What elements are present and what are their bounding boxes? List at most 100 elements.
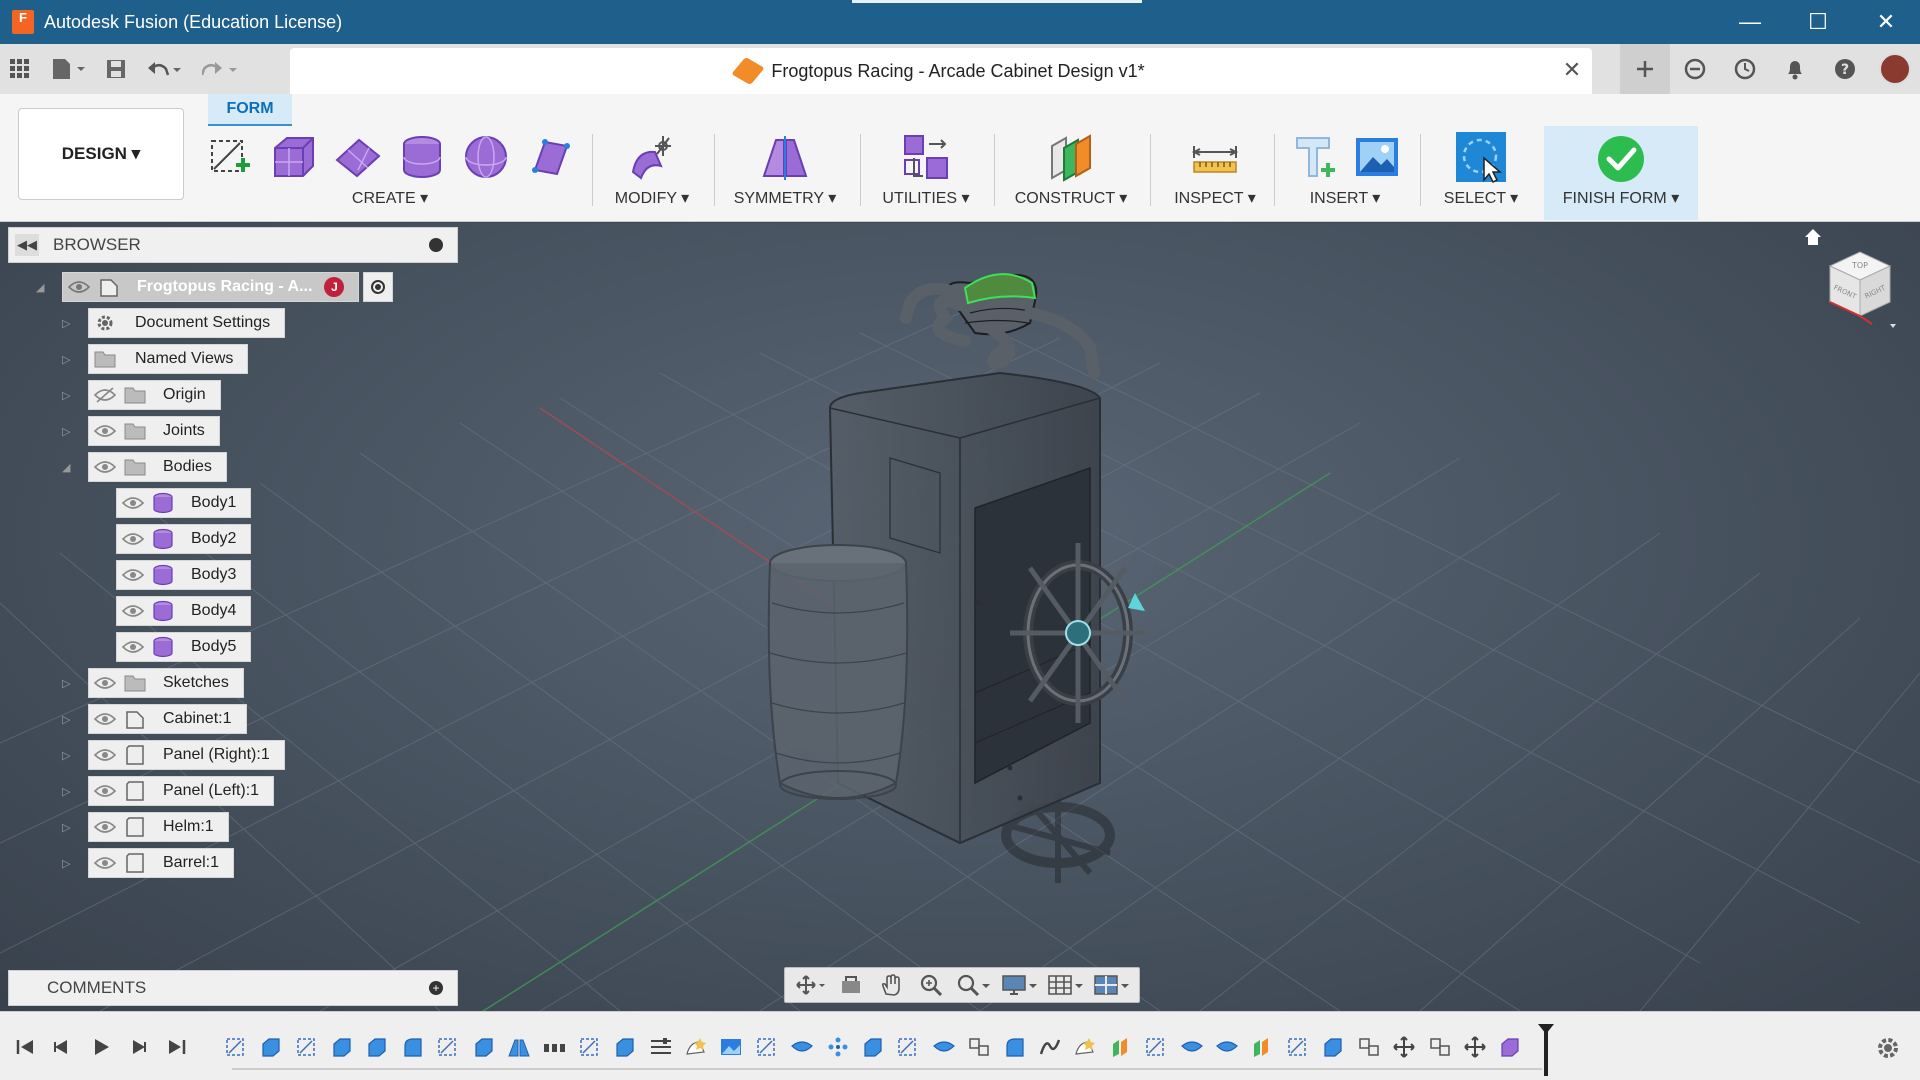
frogtopus-model[interactable] xyxy=(900,273,1100,379)
create-cylinder-icon[interactable] xyxy=(395,130,449,184)
timeline-sketch-icon[interactable] xyxy=(218,1032,253,1062)
eye-hidden-icon[interactable] xyxy=(89,381,121,409)
timeline-form-feature-icon[interactable] xyxy=(1493,1032,1528,1062)
timeline-move-icon[interactable] xyxy=(1386,1032,1421,1062)
go-to-start-icon[interactable] xyxy=(10,1034,40,1060)
tree-node-cabinet[interactable]: Cabinet:1 xyxy=(88,704,247,734)
go-to-end-icon[interactable] xyxy=(162,1034,192,1060)
add-comment-icon[interactable]: + xyxy=(429,981,443,995)
notifications-bell-icon[interactable] xyxy=(1770,44,1820,94)
timeline-plane-icon[interactable] xyxy=(1103,1032,1138,1062)
tab-form[interactable]: FORM xyxy=(208,94,292,124)
tree-node-body2[interactable]: Body2 xyxy=(116,524,252,554)
expand-toggle-icon[interactable]: ▷ xyxy=(62,857,70,870)
eye-visible-icon[interactable] xyxy=(89,705,121,733)
job-status-clock-icon[interactable] xyxy=(1720,44,1770,94)
timeline-loft-icon[interactable] xyxy=(785,1032,820,1062)
timeline-fillet-icon[interactable] xyxy=(997,1032,1032,1062)
construct-plane-icon[interactable] xyxy=(1044,130,1098,184)
measure-ruler-icon[interactable] xyxy=(1188,130,1242,184)
expand-toggle-icon[interactable]: ◢ xyxy=(36,281,44,294)
symmetry-mirror-icon[interactable] xyxy=(758,130,812,184)
insert-derive-icon[interactable] xyxy=(1286,130,1340,184)
extensions-icon[interactable] xyxy=(1670,44,1720,94)
create-sphere-icon[interactable] xyxy=(459,130,513,184)
help-icon[interactable]: ? xyxy=(1820,44,1870,94)
utilities-convert-icon[interactable] xyxy=(899,130,953,184)
insert-menu-label[interactable]: INSERT ▾ xyxy=(1280,188,1410,208)
timeline-plane-icon[interactable] xyxy=(1245,1032,1280,1062)
timeline-mirror-icon[interactable] xyxy=(501,1032,536,1062)
tree-node-panel-right[interactable]: Panel (Right):1 xyxy=(88,740,285,770)
timeline-sketch-icon[interactable] xyxy=(1280,1032,1315,1062)
create-plane-icon[interactable] xyxy=(331,130,385,184)
create-menu-label[interactable]: CREATE ▾ xyxy=(200,188,580,208)
document-tab[interactable]: Frogtopus Racing - Arcade Cabinet Design… xyxy=(290,48,1592,94)
create-face-icon[interactable] xyxy=(523,130,577,184)
undo-icon[interactable] xyxy=(136,44,192,94)
home-view-icon[interactable] xyxy=(1804,228,1822,251)
maximize-button[interactable]: ☐ xyxy=(1784,0,1852,44)
timeline-form-icon[interactable] xyxy=(678,1032,713,1062)
edit-form-icon[interactable] xyxy=(625,130,679,184)
step-back-icon[interactable] xyxy=(46,1034,76,1060)
create-sketch-icon[interactable] xyxy=(203,130,257,184)
zoom-icon[interactable] xyxy=(911,968,951,1002)
timeline-fillet-icon[interactable] xyxy=(395,1032,430,1062)
tree-node-body5[interactable]: Body5 xyxy=(116,632,252,662)
eye-visible-icon[interactable] xyxy=(89,453,121,481)
tree-node-named-views[interactable]: Named Views xyxy=(88,344,249,374)
timeline-sketch-icon[interactable] xyxy=(572,1032,607,1062)
timeline-loft-icon[interactable] xyxy=(1174,1032,1209,1062)
insert-canvas-image-icon[interactable] xyxy=(1350,130,1404,184)
collapse-toggle-icon[interactable]: ◢ xyxy=(62,461,70,474)
timeline-extrude-icon[interactable] xyxy=(253,1032,288,1062)
eye-visible-icon[interactable] xyxy=(89,813,121,841)
pan-hand-icon[interactable] xyxy=(871,968,911,1002)
timeline-pattern-icon[interactable] xyxy=(820,1032,855,1062)
orbit-icon[interactable] xyxy=(791,968,831,1002)
finish-form-menu-label[interactable]: FINISH FORM ▾ xyxy=(1544,188,1698,208)
timeline-move-icon[interactable] xyxy=(1457,1032,1492,1062)
tree-node-document-settings[interactable]: Document Settings xyxy=(88,308,286,338)
close-document-button[interactable]: ✕ xyxy=(1558,56,1586,84)
select-cursor-icon[interactable] xyxy=(1454,130,1508,184)
timeline-form-icon[interactable] xyxy=(1068,1032,1103,1062)
timeline-parameters-icon[interactable] xyxy=(643,1032,678,1062)
timeline-sketch-icon[interactable] xyxy=(749,1032,784,1062)
tree-root-node[interactable]: Frogtopus Racing - A... J xyxy=(62,272,360,302)
timeline-extrude-icon[interactable] xyxy=(855,1032,890,1062)
expand-toggle-icon[interactable]: ▷ xyxy=(62,389,70,402)
eye-visible-icon[interactable] xyxy=(117,561,149,589)
eye-visible-icon[interactable] xyxy=(89,777,121,805)
display-settings-icon[interactable] xyxy=(997,968,1043,1002)
tree-node-origin[interactable]: Origin xyxy=(88,380,221,410)
expand-toggle-icon[interactable]: ▷ xyxy=(62,317,70,330)
expand-toggle-icon[interactable]: ▷ xyxy=(62,353,70,366)
timeline-joint-icon[interactable] xyxy=(1351,1032,1386,1062)
eye-visible-icon[interactable] xyxy=(117,597,149,625)
timeline-extrude-icon[interactable] xyxy=(607,1032,642,1062)
3d-viewport[interactable] xyxy=(0,223,1920,1011)
timeline-sketch-icon[interactable] xyxy=(289,1032,324,1062)
create-box-icon[interactable] xyxy=(267,130,321,184)
timeline-extrude-icon[interactable] xyxy=(360,1032,395,1062)
close-window-button[interactable]: ✕ xyxy=(1852,0,1920,44)
expand-toggle-icon[interactable]: ▷ xyxy=(62,425,70,438)
tree-node-body1[interactable]: Body1 xyxy=(116,488,252,518)
viewports-layout-icon[interactable] xyxy=(1089,968,1135,1002)
browser-pin-icon[interactable] xyxy=(429,238,443,252)
save-icon[interactable] xyxy=(96,44,136,94)
timeline-sketch-icon[interactable] xyxy=(430,1032,465,1062)
eye-visible-icon[interactable] xyxy=(89,669,121,697)
timeline-extrude-icon[interactable] xyxy=(324,1032,359,1062)
timeline-loft-icon[interactable] xyxy=(926,1032,961,1062)
select-menu-label[interactable]: SELECT ▾ xyxy=(1426,188,1536,208)
tree-node-body4[interactable]: Body4 xyxy=(116,596,252,626)
activate-radio-button[interactable] xyxy=(363,272,394,302)
eye-visible-icon[interactable] xyxy=(117,633,149,661)
expand-toggle-icon[interactable]: ▷ xyxy=(62,713,70,726)
eye-visible-icon[interactable] xyxy=(89,741,121,769)
play-icon[interactable] xyxy=(86,1034,116,1060)
eye-visible-icon[interactable] xyxy=(89,849,121,877)
